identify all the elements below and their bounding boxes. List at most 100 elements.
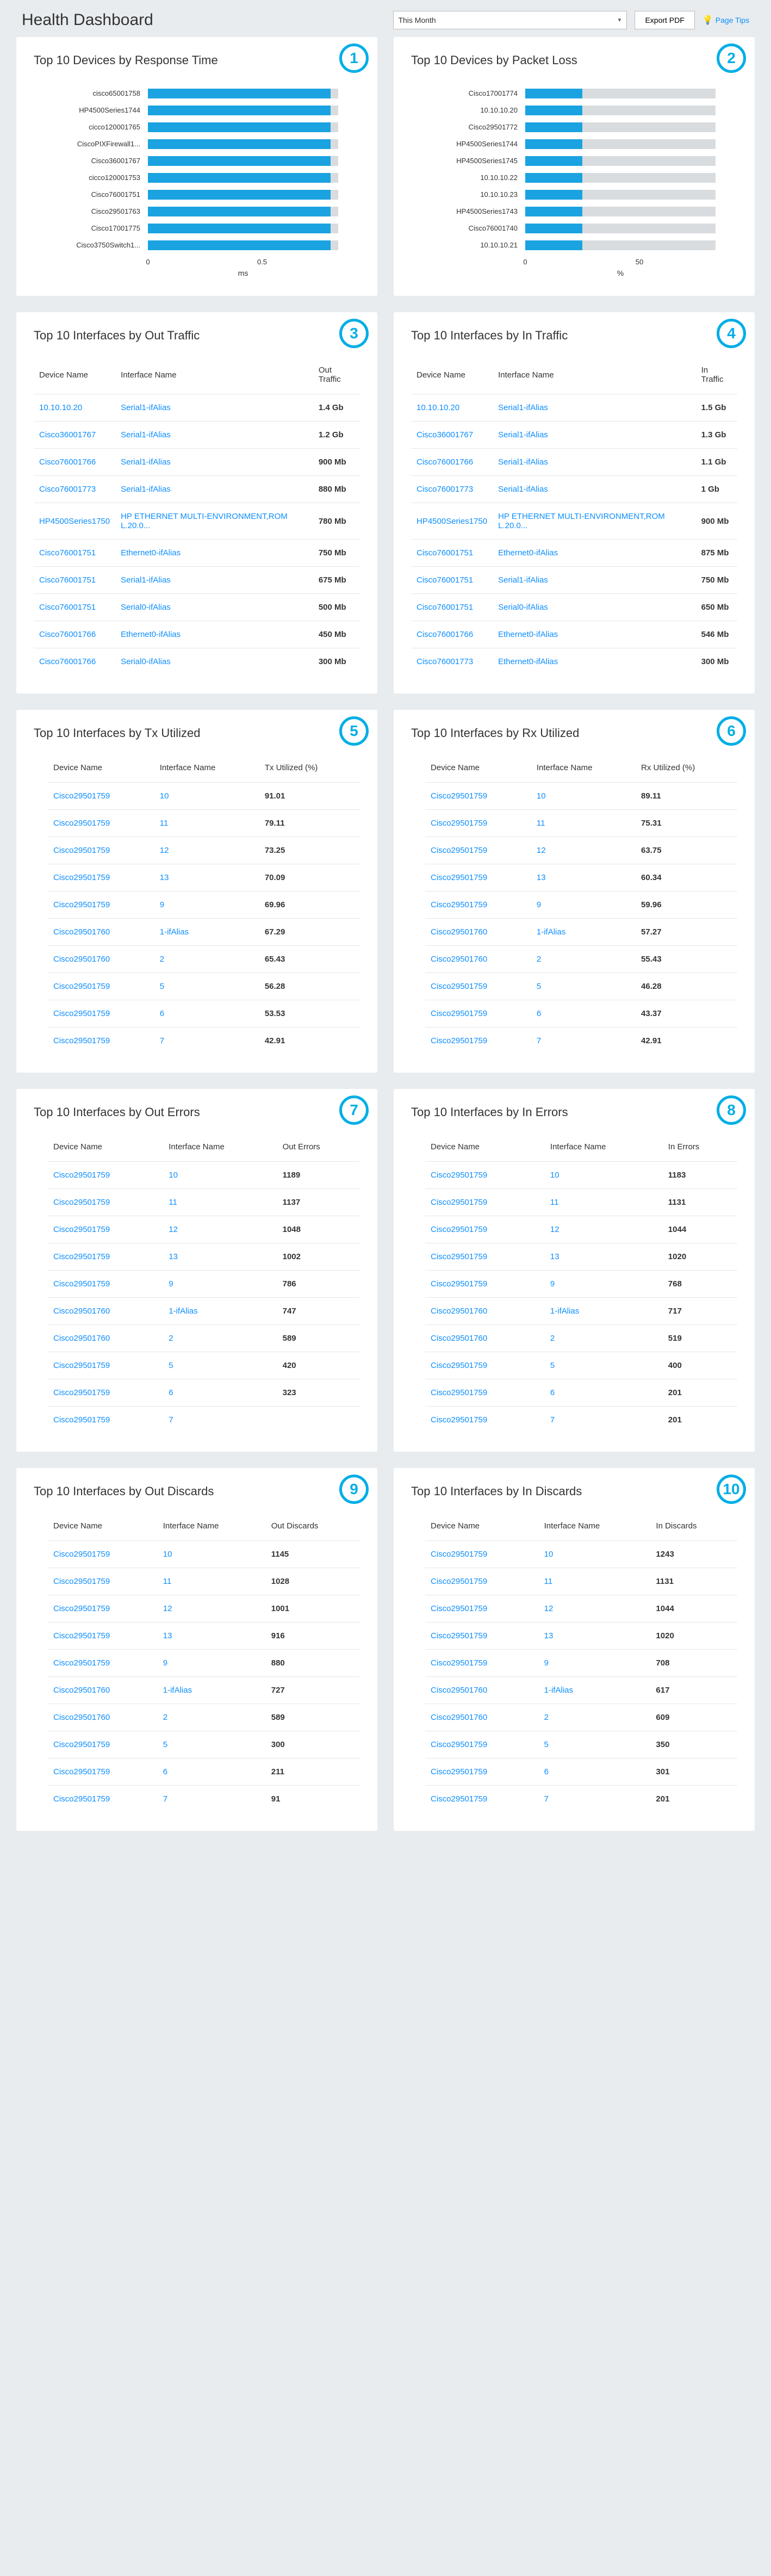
device-name-link[interactable]: Cisco76001751	[416, 548, 473, 558]
device-name-link[interactable]: Cisco29501759	[53, 1361, 110, 1370]
device-name-link[interactable]: Cisco29501759	[431, 1740, 487, 1749]
interface-name-link[interactable]: 11	[169, 1198, 177, 1207]
interface-name-link[interactable]: 1-ifAlias	[160, 927, 189, 937]
interface-name-link[interactable]: 12	[169, 1225, 178, 1234]
interface-name-link[interactable]: 6	[544, 1767, 549, 1776]
interface-name-link[interactable]: Serial1-ifAlias	[121, 575, 171, 585]
device-name-link[interactable]: Cisco29501759	[53, 1604, 110, 1613]
device-name-link[interactable]: Cisco29501759	[53, 791, 110, 801]
device-name-link[interactable]: Cisco29501759	[431, 1252, 487, 1261]
device-name-link[interactable]: Cisco29501759	[53, 1252, 110, 1261]
device-name-link[interactable]: Cisco76001773	[416, 485, 473, 494]
interface-name-link[interactable]: Serial1-ifAlias	[121, 403, 171, 412]
device-name-link[interactable]: Cisco29501760	[431, 1686, 487, 1695]
device-name-link[interactable]: Cisco29501759	[431, 819, 487, 828]
interface-name-link[interactable]: 13	[163, 1631, 172, 1640]
interface-name-link[interactable]: 9	[550, 1279, 555, 1289]
device-name-link[interactable]: Cisco29501760	[53, 1306, 110, 1316]
interface-name-link[interactable]: Serial1-ifAlias	[121, 430, 171, 439]
device-name-link[interactable]: Cisco29501759	[53, 1550, 110, 1559]
device-name-link[interactable]: Cisco76001751	[416, 603, 473, 612]
interface-name-link[interactable]: 2	[550, 1334, 555, 1343]
device-name-link[interactable]: Cisco29501759	[53, 1658, 110, 1668]
device-name-link[interactable]: Cisco29501759	[431, 1577, 487, 1586]
interface-name-link[interactable]: 1-ifAlias	[169, 1306, 197, 1316]
device-name-link[interactable]: Cisco29501759	[53, 1415, 110, 1425]
interface-name-link[interactable]: 2	[163, 1713, 167, 1722]
device-name-link[interactable]: Cisco76001766	[39, 657, 96, 666]
interface-name-link[interactable]: 7	[163, 1794, 167, 1804]
device-name-link[interactable]: Cisco76001766	[39, 630, 96, 639]
device-name-link[interactable]: Cisco76001751	[39, 603, 96, 612]
interface-name-link[interactable]: 1-ifAlias	[550, 1306, 579, 1316]
interface-name-link[interactable]: 6	[537, 1009, 541, 1018]
device-name-link[interactable]: Cisco29501759	[431, 1767, 487, 1776]
device-name-link[interactable]: Cisco36001767	[39, 430, 96, 439]
device-name-link[interactable]: 10.10.10.20	[39, 403, 82, 412]
interface-name-link[interactable]: 12	[537, 846, 546, 855]
interface-name-link[interactable]: Serial1-ifAlias	[498, 457, 548, 467]
interface-name-link[interactable]: 6	[160, 1009, 164, 1018]
device-name-link[interactable]: Cisco29501760	[53, 1686, 110, 1695]
device-name-link[interactable]: Cisco29501759	[431, 1550, 487, 1559]
page-tips-link[interactable]: 💡 Page Tips	[702, 15, 749, 26]
interface-name-link[interactable]: 2	[544, 1713, 549, 1722]
interface-name-link[interactable]: 6	[169, 1388, 173, 1397]
device-name-link[interactable]: Cisco29501759	[53, 819, 110, 828]
interface-name-link[interactable]: 1-ifAlias	[544, 1686, 573, 1695]
interface-name-link[interactable]: Ethernet0-ifAlias	[498, 657, 558, 666]
interface-name-link[interactable]: 10	[544, 1550, 554, 1559]
interface-name-link[interactable]: HP ETHERNET MULTI-ENVIRONMENT,ROM L.20.0…	[121, 512, 288, 530]
interface-name-link[interactable]: 2	[169, 1334, 173, 1343]
interface-name-link[interactable]: 13	[550, 1252, 559, 1261]
interface-name-link[interactable]: Serial1-ifAlias	[498, 485, 548, 494]
interface-name-link[interactable]: Serial0-ifAlias	[498, 603, 548, 612]
interface-name-link[interactable]: 5	[550, 1361, 555, 1370]
device-name-link[interactable]: Cisco29501759	[53, 900, 110, 909]
interface-name-link[interactable]: 11	[163, 1577, 172, 1586]
device-name-link[interactable]: Cisco76001751	[416, 575, 473, 585]
interface-name-link[interactable]: Serial0-ifAlias	[121, 603, 171, 612]
export-pdf-button[interactable]: Export PDF	[635, 11, 694, 29]
device-name-link[interactable]: Cisco76001766	[416, 630, 473, 639]
device-name-link[interactable]: Cisco29501759	[53, 1631, 110, 1640]
interface-name-link[interactable]: 7	[160, 1036, 164, 1045]
device-name-link[interactable]: HP4500Series1750	[39, 517, 110, 526]
device-name-link[interactable]: Cisco76001766	[416, 457, 473, 467]
device-name-link[interactable]: Cisco29501759	[53, 1036, 110, 1045]
interface-name-link[interactable]: 12	[160, 846, 169, 855]
device-name-link[interactable]: Cisco29501760	[431, 1334, 487, 1343]
device-name-link[interactable]: Cisco29501759	[53, 1225, 110, 1234]
interface-name-link[interactable]: 11	[544, 1577, 553, 1586]
device-name-link[interactable]: 10.10.10.20	[416, 403, 459, 412]
interface-name-link[interactable]: Serial1-ifAlias	[498, 575, 548, 585]
device-name-link[interactable]: Cisco29501759	[53, 846, 110, 855]
device-name-link[interactable]: Cisco29501760	[53, 1334, 110, 1343]
interface-name-link[interactable]: 12	[544, 1604, 554, 1613]
device-name-link[interactable]: Cisco29501759	[431, 1198, 487, 1207]
interface-name-link[interactable]: 10	[537, 791, 546, 801]
device-name-link[interactable]: Cisco29501759	[431, 1361, 487, 1370]
device-name-link[interactable]: Cisco29501759	[431, 791, 487, 801]
interface-name-link[interactable]: Serial1-ifAlias	[498, 430, 548, 439]
device-name-link[interactable]: Cisco29501759	[431, 1631, 487, 1640]
device-name-link[interactable]: Cisco29501760	[53, 1713, 110, 1722]
device-name-link[interactable]: Cisco29501760	[53, 955, 110, 964]
device-name-link[interactable]: Cisco29501759	[431, 1279, 487, 1289]
interface-name-link[interactable]: 1-ifAlias	[163, 1686, 192, 1695]
device-name-link[interactable]: Cisco76001751	[39, 548, 96, 558]
device-name-link[interactable]: Cisco29501759	[431, 1225, 487, 1234]
interface-name-link[interactable]: 12	[550, 1225, 559, 1234]
device-name-link[interactable]: Cisco29501759	[431, 846, 487, 855]
device-name-link[interactable]: Cisco29501759	[53, 1740, 110, 1749]
period-select[interactable]: This Month ▼	[393, 11, 627, 29]
device-name-link[interactable]: Cisco76001751	[39, 575, 96, 585]
device-name-link[interactable]: Cisco29501759	[431, 873, 487, 882]
device-name-link[interactable]: Cisco29501759	[53, 1577, 110, 1586]
interface-name-link[interactable]: 5	[169, 1361, 173, 1370]
device-name-link[interactable]: Cisco76001773	[39, 485, 96, 494]
interface-name-link[interactable]: Ethernet0-ifAlias	[498, 630, 558, 639]
device-name-link[interactable]: Cisco29501759	[431, 1171, 487, 1180]
device-name-link[interactable]: Cisco76001766	[39, 457, 96, 467]
interface-name-link[interactable]: 5	[537, 982, 541, 991]
